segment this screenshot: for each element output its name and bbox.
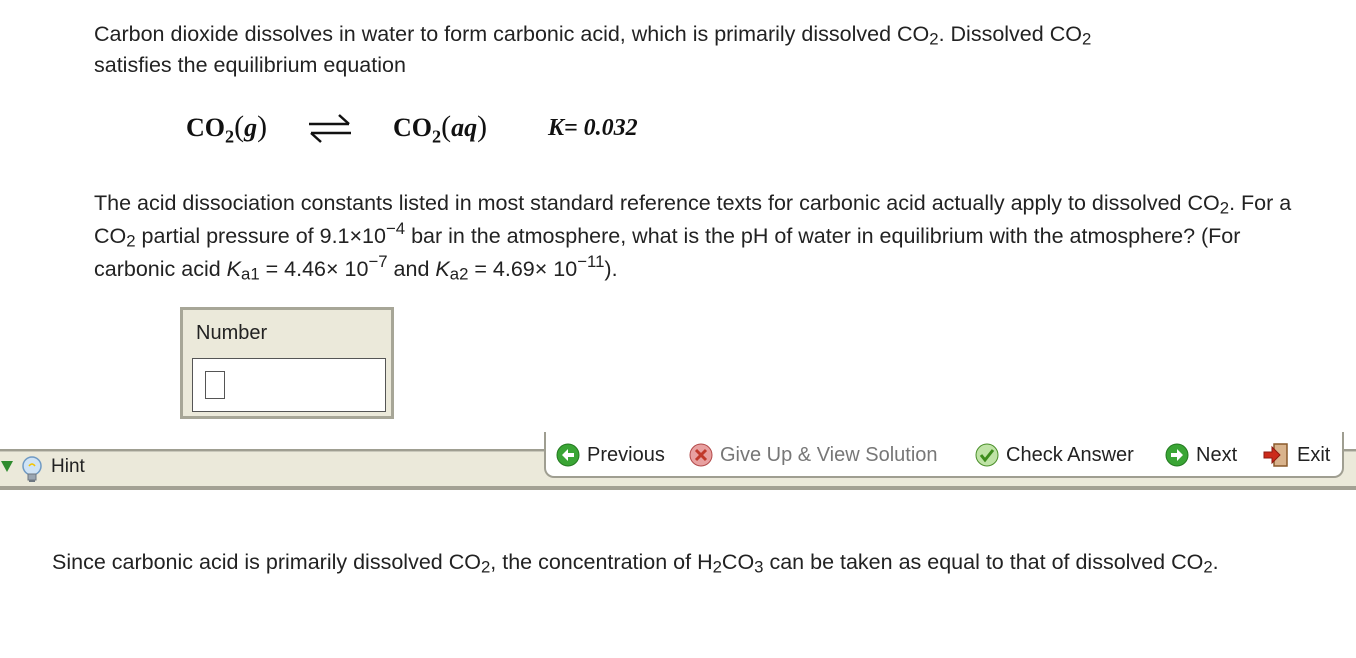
equation-left-species: CO2(g) xyxy=(186,110,268,147)
answer-input[interactable] xyxy=(192,358,386,412)
check-icon xyxy=(975,443,999,467)
check-answer-button[interactable]: Check Answer xyxy=(975,441,1134,469)
question-intro: Carbon dioxide dissolves in water to for… xyxy=(94,22,1092,77)
give-up-button[interactable]: Give Up & View Solution xyxy=(689,441,938,469)
hint-expand-triangle-icon[interactable] xyxy=(0,460,14,474)
answer-input-cursor[interactable] xyxy=(205,371,225,399)
give-up-label: Give Up & View Solution xyxy=(720,443,938,466)
hint-lightbulb-icon[interactable] xyxy=(20,456,44,484)
hint-text: Since carbonic acid is primarily dissolv… xyxy=(52,550,1219,577)
next-arrow-icon xyxy=(1165,443,1189,467)
hint-label[interactable]: Hint xyxy=(51,456,85,478)
toolbar-edge xyxy=(0,449,1356,451)
answer-label: Number xyxy=(196,322,268,344)
exit-door-icon xyxy=(1263,443,1288,467)
previous-button[interactable]: Previous xyxy=(556,441,665,469)
equilibrium-arrow-icon xyxy=(309,114,351,143)
exit-button[interactable]: Exit xyxy=(1262,441,1330,469)
next-label: Next xyxy=(1196,443,1238,466)
previous-label: Previous xyxy=(587,443,665,466)
equation-right-species: CO2(aq) xyxy=(393,110,488,147)
check-answer-label: Check Answer xyxy=(1006,443,1134,466)
answer-panel: Number xyxy=(180,307,394,419)
next-button[interactable]: Next xyxy=(1165,441,1237,469)
equilibrium-constant: K= 0.032 xyxy=(548,115,638,141)
give-up-x-icon xyxy=(689,443,713,467)
previous-arrow-icon xyxy=(556,443,580,467)
question-prompt: The acid dissociation constants listed i… xyxy=(94,191,1292,284)
exit-label: Exit xyxy=(1297,443,1331,466)
